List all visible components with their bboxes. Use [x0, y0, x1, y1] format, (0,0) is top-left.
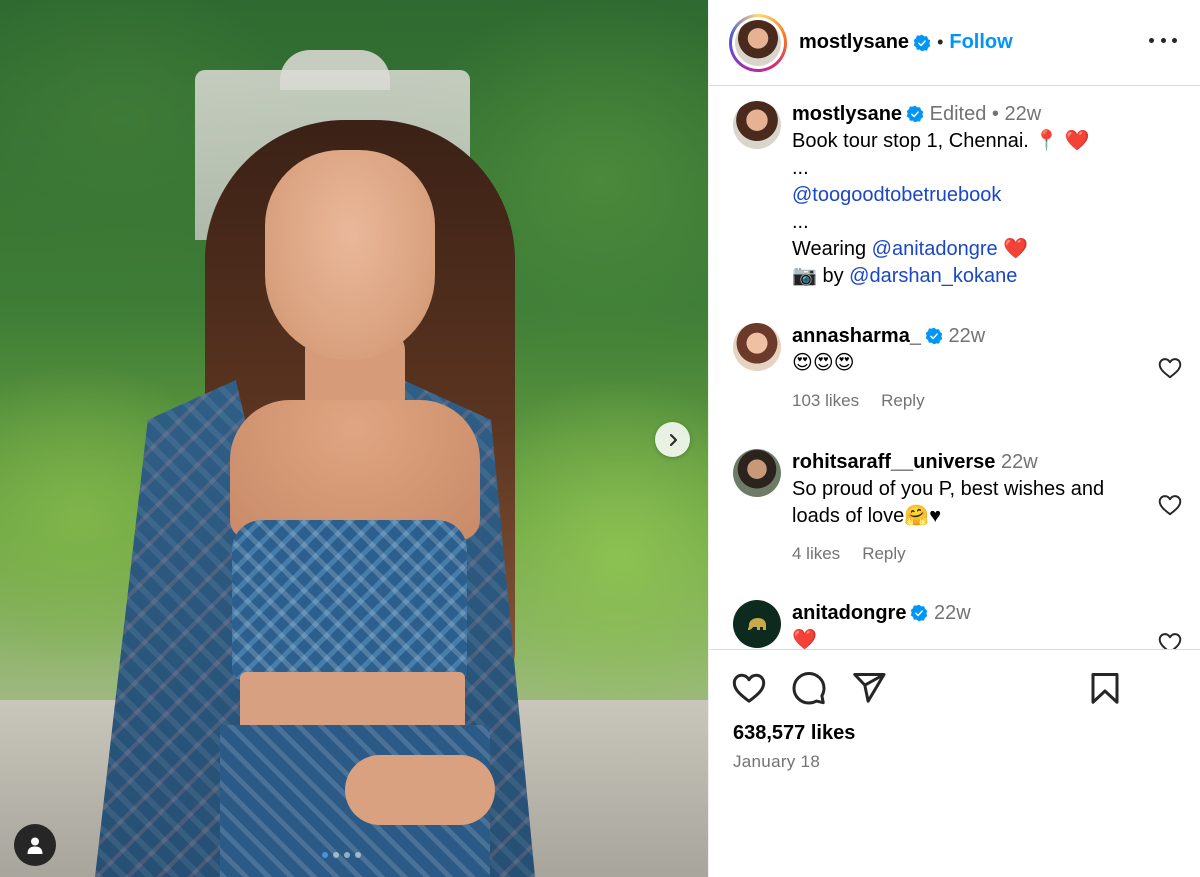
elephant-logo-icon — [748, 618, 766, 630]
more-icon — [1149, 37, 1154, 43]
comment-time[interactable]: 22w — [1001, 451, 1038, 473]
avatar[interactable] — [735, 19, 781, 66]
comment-username[interactable]: rohitsaraff__universe — [792, 451, 995, 473]
header-separator: • — [937, 32, 944, 52]
caption-dot: • — [991, 103, 999, 125]
post-date[interactable]: January 18 — [733, 752, 820, 772]
caption-line: ... — [792, 157, 809, 179]
comment: annasharma_ 22w 😍😍😍 103 likes Reply — [733, 323, 985, 414]
post-photo[interactable] — [0, 0, 708, 877]
post-side-panel: mostlysane • Follow mostlysane Edited • … — [708, 0, 1200, 877]
avatar[interactable] — [733, 101, 781, 149]
reply-button[interactable]: Reply — [862, 540, 905, 567]
comment-icon[interactable] — [791, 670, 827, 706]
photo-subject-chest — [230, 400, 480, 540]
heart-icon[interactable] — [731, 670, 767, 706]
comment-text: 😍😍😍 — [792, 352, 855, 374]
caption-text: Wearing — [792, 238, 872, 260]
photo-subject-hands — [345, 755, 495, 825]
photo-subject-midriff — [240, 672, 465, 732]
comment-likes[interactable]: 103 likes — [792, 387, 859, 414]
carousel-indicator — [322, 852, 361, 858]
avatar[interactable] — [733, 449, 781, 497]
mention-link[interactable]: @darshan_kokane — [849, 265, 1017, 287]
more-options-button[interactable] — [1149, 30, 1177, 50]
photo-subject-top — [232, 520, 467, 680]
comment: rohitsaraff__universe 22w So proud of yo… — [733, 449, 1132, 567]
caption-time[interactable]: 22w — [1004, 103, 1041, 125]
mention-link[interactable]: @anitadongre — [872, 238, 998, 260]
verified-icon — [906, 105, 924, 123]
heart-icon[interactable] — [1157, 355, 1183, 381]
mention-link[interactable]: @toogoodtobetruebook — [792, 184, 1001, 206]
carousel-dot — [322, 852, 328, 858]
comment-time[interactable]: 22w — [949, 325, 986, 347]
avatar[interactable] — [733, 323, 781, 371]
reply-button[interactable]: Reply — [881, 387, 924, 414]
caption-username[interactable]: mostlysane — [792, 103, 902, 125]
heart-icon[interactable] — [1157, 630, 1183, 649]
caption-text: by — [816, 265, 850, 287]
comment-text: So proud of you P, best wishes and loads… — [792, 478, 1105, 527]
carousel-dot — [333, 852, 339, 858]
story-ring[interactable] — [729, 13, 787, 72]
post-likes-count[interactable]: 638,577 likes — [733, 722, 855, 745]
caption-line: Book tour stop 1, Chennai. 📍 ❤️ — [792, 130, 1090, 152]
verified-icon — [911, 604, 928, 622]
verified-icon — [913, 34, 931, 51]
avatar[interactable] — [733, 600, 781, 648]
verified-icon — [925, 327, 943, 345]
carousel-next-button[interactable] — [655, 422, 690, 457]
caption-text: ❤️ — [997, 238, 1029, 260]
comment-time[interactable]: 22w — [934, 602, 971, 624]
user-tag-icon — [27, 837, 43, 854]
bookmark-icon[interactable] — [1087, 670, 1123, 706]
post-actions: 638,577 likes January 18 — [709, 649, 1200, 877]
carousel-dot — [355, 852, 361, 858]
photo-subject-face — [265, 150, 435, 360]
camera-emoji: 📷 — [792, 265, 817, 287]
comment-likes[interactable]: 4 likes — [792, 540, 840, 567]
heart-icon[interactable] — [1157, 492, 1183, 518]
edited-label: Edited — [929, 103, 987, 125]
caption: mostlysane Edited • 22w Book tour stop 1… — [733, 101, 1090, 290]
tagged-users-button[interactable] — [14, 824, 56, 866]
follow-button[interactable]: Follow — [949, 31, 1012, 54]
comment-username[interactable]: annasharma_ — [792, 325, 921, 347]
post-header: mostlysane • Follow — [709, 0, 1200, 86]
comment-text: ❤️ — [792, 629, 817, 649]
post-author-username[interactable]: mostlysane — [799, 31, 909, 54]
share-icon[interactable] — [851, 670, 887, 706]
carousel-dot — [344, 852, 350, 858]
comment: anitadongre 22w ❤️ — [733, 600, 971, 649]
comments-section[interactable]: mostlysane Edited • 22w Book tour stop 1… — [709, 87, 1200, 649]
caption-line: ... — [792, 211, 809, 233]
chevron-right-icon — [669, 433, 677, 446]
comment-username[interactable]: anitadongre — [792, 602, 906, 624]
